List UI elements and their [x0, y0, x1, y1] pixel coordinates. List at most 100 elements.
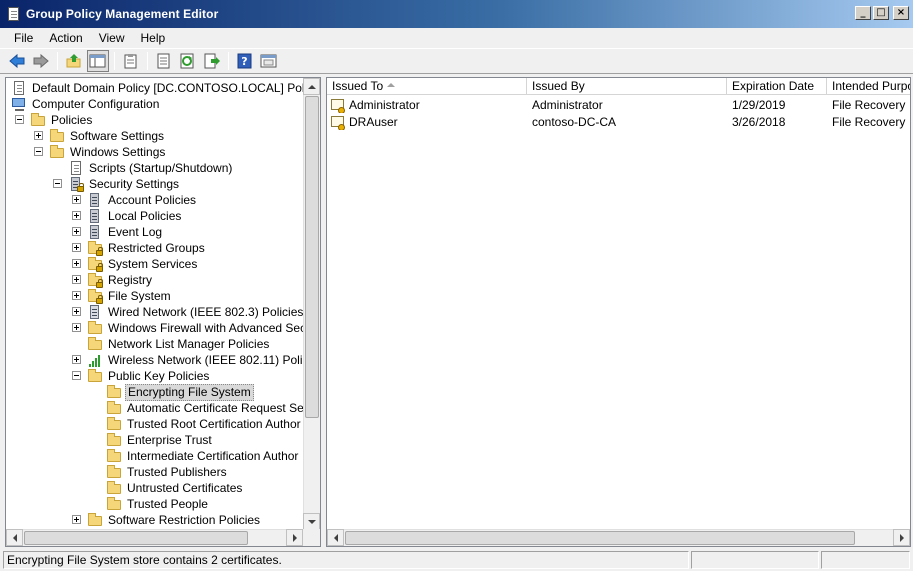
list-horizontal-scrollbar[interactable]	[327, 529, 910, 546]
table-row[interactable]: DRAuser contoso-DC-CA 3/26/2018 File Rec…	[327, 113, 910, 130]
tree-item[interactable]: Trusted Root Certification Author	[106, 416, 303, 432]
minimize-button[interactable]: _	[855, 6, 871, 20]
list-header: Issued To Issued By Expiration Date Inte…	[327, 78, 910, 95]
status-panel	[821, 551, 910, 569]
tree-item[interactable]: Local Policies	[72, 208, 183, 224]
console-button[interactable]	[258, 50, 280, 72]
expand-icon[interactable]	[72, 195, 81, 204]
tree-item[interactable]: Security Settings	[53, 176, 181, 192]
tree-item[interactable]: Automatic Certificate Request Se	[106, 400, 306, 416]
properties-button[interactable]	[120, 50, 142, 72]
export-list-icon	[157, 53, 170, 69]
tree-item[interactable]: Computer Configuration	[11, 96, 161, 112]
sort-ascending-icon	[387, 83, 395, 87]
cell-issued-to: Administrator	[327, 97, 527, 113]
scroll-thumb[interactable]	[345, 531, 855, 545]
scroll-left-button[interactable]	[6, 529, 23, 546]
expand-icon[interactable]	[72, 323, 81, 332]
scroll-thumb[interactable]	[305, 96, 319, 418]
server-icon	[87, 192, 103, 208]
tree-item[interactable]: Encrypting File System	[106, 383, 254, 401]
tree-item[interactable]: Software Restriction Policies	[72, 512, 262, 528]
collapse-icon[interactable]	[53, 179, 62, 188]
back-button[interactable]	[6, 50, 28, 72]
tree-item[interactable]: Public Key Policies	[72, 368, 211, 384]
forward-button[interactable]	[30, 50, 52, 72]
tree-item[interactable]: Trusted People	[106, 496, 210, 512]
tree-item[interactable]: Software Settings	[34, 128, 166, 144]
tree-item[interactable]: Enterprise Trust	[106, 432, 214, 448]
tree-item[interactable]: Wired Network (IEEE 802.3) Policies	[72, 304, 305, 320]
tree-item[interactable]: Trusted Publishers	[106, 464, 229, 480]
help-button[interactable]: ?	[234, 50, 256, 72]
cell-text: DRAuser	[349, 114, 398, 129]
tree-vertical-scrollbar[interactable]	[303, 78, 320, 530]
show-hide-tree-button[interactable]	[87, 50, 109, 72]
expand-icon[interactable]	[72, 211, 81, 220]
tree-item[interactable]: File System	[72, 288, 173, 304]
tree-item[interactable]: Default Domain Policy [DC.CONTOSO.LOCAL]…	[11, 80, 320, 96]
scroll-left-button[interactable]	[327, 529, 344, 546]
expand-icon[interactable]	[34, 131, 43, 140]
menu-help[interactable]: Help	[133, 31, 174, 45]
collapse-icon[interactable]	[72, 371, 81, 380]
tree-item[interactable]: Windows Settings	[34, 144, 167, 160]
refresh-button[interactable]	[177, 50, 199, 72]
cell-issued-to: DRAuser	[327, 114, 527, 130]
collapse-icon[interactable]	[34, 147, 43, 156]
folder-icon	[106, 496, 122, 512]
tree-item[interactable]: Untrusted Certificates	[106, 480, 244, 496]
collapse-icon[interactable]	[15, 115, 24, 124]
expand-icon[interactable]	[72, 243, 81, 252]
minimize-icon: _	[860, 7, 866, 18]
export-list-button[interactable]	[153, 50, 175, 72]
scroll-right-button[interactable]	[286, 529, 303, 546]
expand-icon[interactable]	[72, 259, 81, 268]
column-issued-by[interactable]: Issued By	[527, 78, 727, 95]
tree-item-label: Local Policies	[108, 208, 182, 223]
console-tree[interactable]: Default Domain Policy [DC.CONTOSO.LOCAL]…	[5, 77, 321, 547]
tree-item[interactable]: Restricted Groups	[72, 240, 207, 256]
export-button[interactable]	[201, 50, 223, 72]
policy-doc-icon	[11, 80, 27, 96]
scroll-right-button[interactable]	[893, 529, 910, 546]
tree-item[interactable]: Policies	[15, 112, 94, 128]
properties-icon	[124, 54, 137, 69]
menu-file[interactable]: File	[6, 31, 41, 45]
expand-icon[interactable]	[72, 227, 81, 236]
tree-item[interactable]: Intermediate Certification Author	[106, 448, 300, 464]
tree-item[interactable]: Scripts (Startup/Shutdown)	[68, 160, 234, 176]
tree-item[interactable]: Network List Manager Policies	[87, 336, 271, 352]
back-icon	[9, 53, 25, 69]
column-issued-to[interactable]: Issued To	[327, 78, 527, 95]
tree-item[interactable]: Account Policies	[72, 192, 198, 208]
expand-icon[interactable]	[72, 275, 81, 284]
expand-icon[interactable]	[72, 307, 81, 316]
tree-item[interactable]: Registry	[72, 272, 154, 288]
close-button[interactable]: ×	[893, 6, 909, 20]
menu-view[interactable]: View	[91, 31, 133, 45]
scroll-down-button[interactable]	[303, 513, 320, 530]
tree-item[interactable]: System Services	[72, 256, 199, 272]
title-bar[interactable]: Group Policy Management Editor _ □ ×	[0, 0, 913, 28]
tree-item[interactable]: Wireless Network (IEEE 802.11) Polici	[72, 352, 313, 368]
expand-icon[interactable]	[72, 355, 81, 364]
cell-expiration-date: 3/26/2018	[732, 114, 786, 129]
menu-action[interactable]: Action	[41, 31, 90, 45]
tree-item-label: File System	[108, 288, 171, 303]
tree-item-label: System Services	[108, 256, 198, 271]
scroll-thumb[interactable]	[24, 531, 248, 545]
result-pane[interactable]: Issued To Issued By Expiration Date Inte…	[326, 77, 911, 547]
tree-item-label: Software Settings	[70, 128, 165, 143]
maximize-button[interactable]: □	[873, 6, 889, 20]
expand-icon[interactable]	[72, 291, 81, 300]
column-expiration-date[interactable]: Expiration Date	[727, 78, 827, 95]
tree-item[interactable]: Event Log	[72, 224, 164, 240]
column-intended-purpose[interactable]: Intended Purpo	[827, 78, 910, 95]
up-one-level-button[interactable]	[63, 50, 85, 72]
tree-item[interactable]: Windows Firewall with Advanced Secu	[72, 320, 315, 336]
tree-horizontal-scrollbar[interactable]	[6, 529, 303, 546]
table-row[interactable]: Administrator Administrator 1/29/2019 Fi…	[327, 96, 910, 113]
scroll-up-button[interactable]	[303, 78, 320, 95]
expand-icon[interactable]	[72, 515, 81, 524]
